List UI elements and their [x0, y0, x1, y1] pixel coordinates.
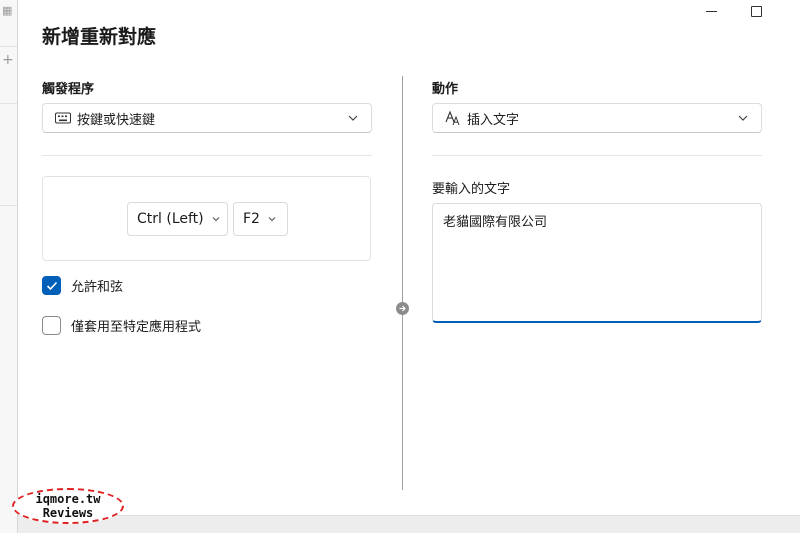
- app-specific-checkbox[interactable]: [42, 316, 61, 335]
- minimize-button[interactable]: [689, 0, 733, 22]
- add-icon: +: [2, 52, 14, 68]
- allow-chords-label: 允許和弦: [71, 280, 124, 295]
- background-app-strip: ▦ +: [0, 0, 17, 533]
- trigger-label: 觸發程序: [42, 82, 95, 97]
- background-divider: [0, 46, 17, 47]
- minimize-icon: [705, 10, 717, 12]
- remap-dialog: 新增重新對應 觸發程序 按鍵或快速鍵 Ctrl (Left) F2 允許和弦 僅…: [17, 0, 800, 533]
- key-select-ctrl[interactable]: Ctrl (Left): [127, 202, 228, 236]
- arrow-right-icon: [396, 302, 409, 315]
- grid-icon: ▦: [2, 4, 13, 17]
- dialog-footer: [18, 515, 800, 533]
- action-type-dropdown[interactable]: 插入文字: [432, 103, 762, 133]
- text-to-type-value: 老貓國際有限公司: [443, 215, 548, 230]
- text-to-type-input[interactable]: 老貓國際有限公司: [432, 203, 762, 323]
- app-specific-label: 僅套用至特定應用程式: [71, 320, 202, 335]
- watermark-line-1: iqmore.tw: [35, 492, 101, 506]
- chevron-down-icon: [348, 115, 358, 121]
- dialog-title: 新增重新對應: [42, 26, 157, 48]
- section-divider: [432, 155, 762, 156]
- allow-chords-checkbox[interactable]: [42, 276, 61, 295]
- chevron-down-icon: [738, 115, 748, 121]
- key-label: Ctrl (Left): [137, 211, 204, 227]
- trigger-type-value: 按鍵或快速鍵: [77, 112, 156, 128]
- keyboard-icon: [55, 110, 71, 126]
- section-divider: [42, 155, 372, 156]
- key-select-f2[interactable]: F2: [233, 202, 288, 236]
- checkmark-icon: [46, 281, 57, 290]
- chevron-down-icon: [212, 217, 220, 222]
- text-to-type-label: 要輸入的文字: [432, 182, 511, 197]
- background-divider: [0, 205, 17, 206]
- column-divider: [402, 76, 403, 490]
- chevron-down-icon: [268, 217, 276, 222]
- action-type-value: 插入文字: [467, 112, 520, 128]
- allow-chords-checkbox-row[interactable]: 允許和弦: [42, 276, 123, 295]
- watermark-line-2: Reviews: [42, 506, 94, 520]
- shortcut-keys-box: Ctrl (Left) F2: [42, 176, 371, 261]
- trigger-type-dropdown[interactable]: 按鍵或快速鍵: [42, 103, 372, 133]
- watermark-stamp: iqmore.tw Reviews: [12, 488, 124, 524]
- background-divider: [0, 103, 17, 104]
- app-specific-checkbox-row[interactable]: 僅套用至特定應用程式: [42, 316, 201, 335]
- text-font-icon: [445, 110, 461, 126]
- key-label: F2: [243, 211, 260, 227]
- action-label: 動作: [432, 82, 459, 97]
- maximize-button[interactable]: [734, 0, 778, 22]
- maximize-icon: [750, 5, 762, 17]
